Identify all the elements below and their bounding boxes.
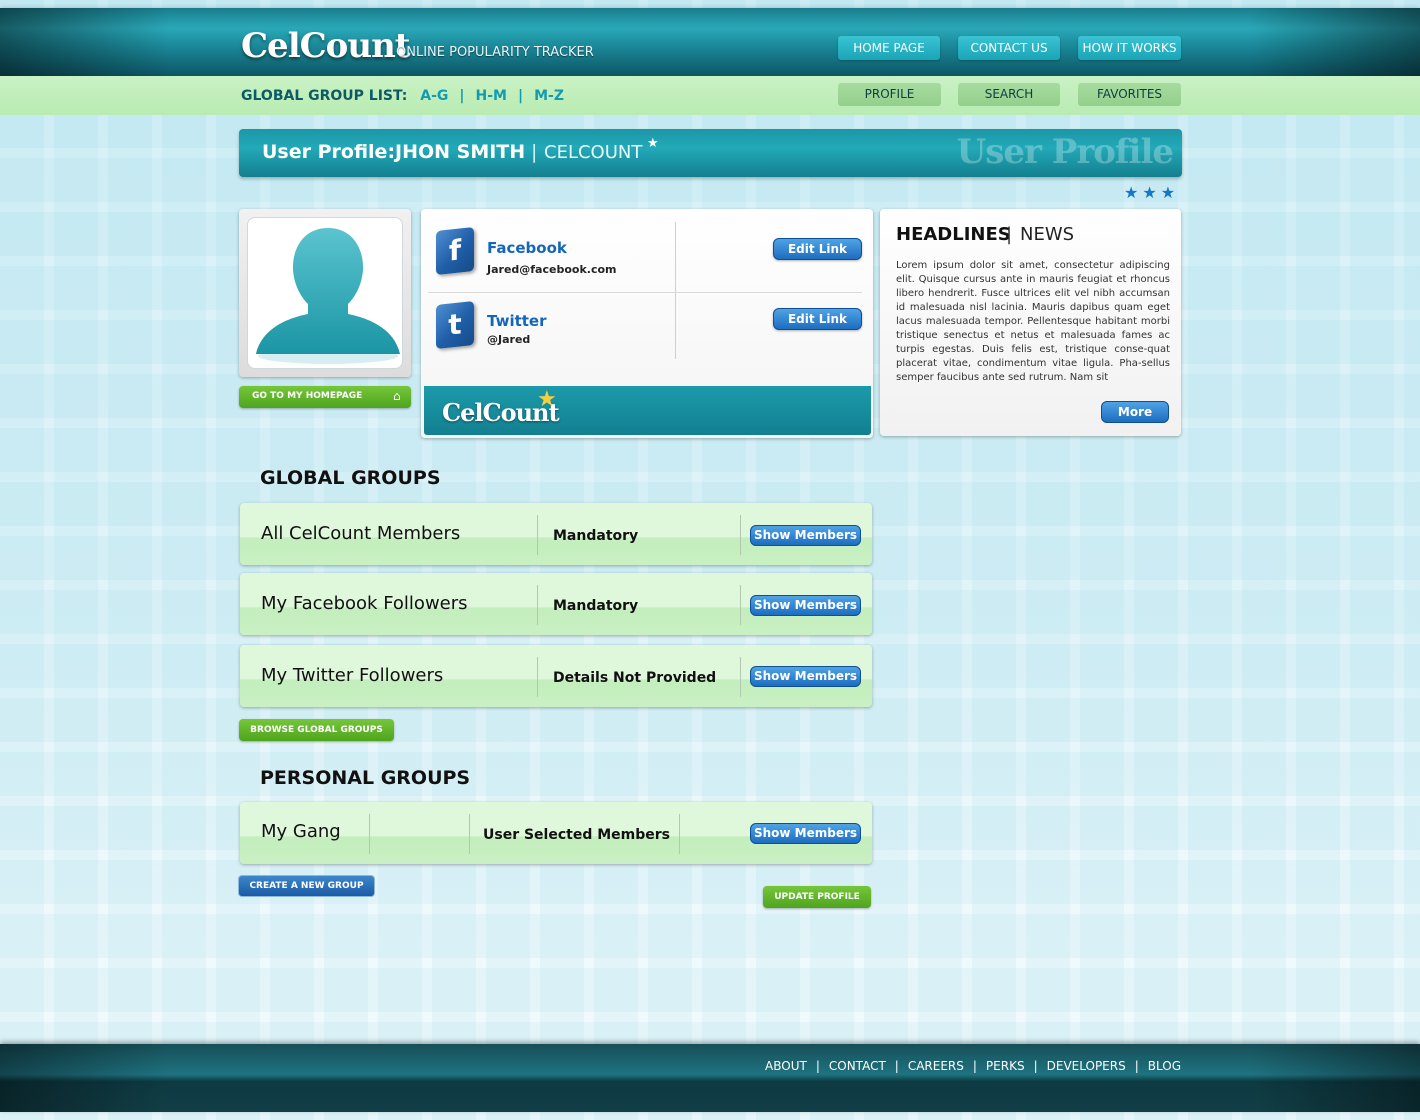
group-name: My Twitter Followers	[261, 665, 444, 686]
show-members-button[interactable]: Show Members	[750, 666, 861, 687]
group-link-a-g[interactable]: A-G	[420, 88, 448, 104]
group-name: All CelCount Members	[261, 523, 461, 544]
social-network-name[interactable]: Facebook	[487, 239, 567, 257]
column-divider	[369, 814, 370, 854]
footer-link-contact[interactable]: CONTACT	[829, 1059, 886, 1073]
column-divider	[740, 585, 741, 625]
twitter-edit-link-button[interactable]: Edit Link	[773, 308, 862, 330]
banner-separator: |	[531, 141, 538, 163]
group-status: Mandatory	[553, 598, 639, 614]
facebook-icon: f	[436, 227, 474, 275]
group-name: My Gang	[261, 821, 341, 842]
site-logo[interactable]: CelCount	[241, 26, 410, 66]
column-divider	[675, 222, 676, 292]
show-members-button[interactable]: Show Members	[750, 525, 861, 546]
footer-separator: |	[1033, 1059, 1038, 1073]
group-status: Details Not Provided	[553, 670, 717, 686]
footer-separator: |	[894, 1059, 899, 1073]
group-list-label: GLOBAL GROUP LIST:	[241, 88, 408, 104]
banner-brand: CELCOUNT	[544, 142, 643, 163]
headlines-title: HEADLINES	[896, 224, 1011, 245]
headlines-card: HEADLINES | NEWS Lorem ipsum dolor sit a…	[880, 209, 1181, 436]
show-members-button[interactable]: Show Members	[750, 595, 861, 616]
nav-contact-us-button[interactable]: CONTACT US	[958, 36, 1060, 60]
social-card-footer: CelCount ★	[424, 386, 871, 435]
rating-stars-icon: ★★★	[1124, 183, 1180, 202]
group-link-h-m[interactable]: H-M	[476, 88, 507, 104]
footer-link-careers[interactable]: CAREERS	[908, 1059, 964, 1073]
star-icon: ★	[647, 136, 659, 151]
footer-link-developers[interactable]: DEVELOPERS	[1047, 1059, 1126, 1073]
column-divider	[469, 814, 470, 854]
column-divider	[537, 585, 538, 625]
social-network-name[interactable]: Twitter	[487, 312, 547, 330]
create-new-group-button[interactable]: CREATE A NEW GROUP	[238, 875, 375, 897]
group-row: My Twitter Followers Details Not Provide…	[240, 645, 872, 707]
headlines-separator: |	[1006, 224, 1013, 245]
footer-link-blog[interactable]: BLOG	[1148, 1059, 1181, 1073]
column-divider	[740, 657, 741, 697]
social-handle: @Jared	[487, 333, 531, 346]
secondary-bar: GLOBAL GROUP LIST: A-G | H-M | M-Z PROFILE S…	[0, 76, 1420, 115]
footer-separator: |	[1134, 1059, 1139, 1073]
headlines-subtitle: NEWS	[1020, 224, 1075, 245]
footer-separator: |	[972, 1059, 977, 1073]
site-tagline: ONLINE POPULARITY TRACKER	[396, 45, 594, 60]
avatar-card	[239, 209, 411, 377]
row-divider	[428, 292, 862, 293]
top-nav: HOME PAGE CONTACT US HOW IT WORKS	[838, 36, 1181, 60]
footer-link-about[interactable]: ABOUT	[765, 1059, 807, 1073]
column-divider	[537, 515, 538, 555]
group-name: My Facebook Followers	[261, 593, 468, 614]
show-members-button[interactable]: Show Members	[750, 823, 861, 844]
group-row: My Facebook Followers Mandatory Show Mem…	[240, 573, 872, 635]
browse-global-groups-button[interactable]: BROWSE GLOBAL GROUPS	[239, 719, 394, 741]
group-link-separator: |	[518, 88, 524, 104]
global-group-list: GLOBAL GROUP LIST: A-G | H-M | M-Z	[241, 88, 564, 104]
site-header: CelCount ONLINE POPULARITY TRACKER HOME …	[0, 8, 1420, 76]
column-divider	[675, 293, 676, 359]
social-links-card: f Facebook Jared@facebook.com Edit Link …	[421, 209, 873, 438]
column-divider	[537, 657, 538, 697]
profile-name: JHON SMITH	[395, 141, 526, 163]
group-link-separator: |	[459, 88, 465, 104]
star-icon: ★	[537, 387, 557, 412]
profile-banner: User Profile: JHON SMITH | CELCOUNT ★ Us…	[239, 129, 1182, 177]
home-icon: ⌂	[393, 389, 401, 403]
nav-home-page-button[interactable]: HOME PAGE	[838, 36, 940, 60]
site-footer: ABOUT | CONTACT | CAREERS | PERKS | DEVELOPERS | B…	[0, 1044, 1420, 1112]
footer-separator: |	[815, 1059, 820, 1073]
column-divider	[679, 814, 680, 854]
profile-button[interactable]: PROFILE	[838, 83, 941, 106]
search-button[interactable]: SEARCH	[958, 83, 1060, 106]
profile-label: User Profile:	[262, 141, 396, 163]
group-row: My Gang User Selected Members Show Membe…	[240, 802, 872, 864]
more-button[interactable]: More	[1101, 401, 1169, 423]
footer-link-perks[interactable]: PERKS	[986, 1059, 1025, 1073]
banner-watermark: User Profile	[956, 132, 1174, 172]
favorites-button[interactable]: FAVORITES	[1078, 83, 1181, 106]
social-handle: Jared@facebook.com	[487, 263, 617, 276]
user-silhouette-icon	[256, 228, 400, 364]
go-to-homepage-button[interactable]: GO TO MY HOMEPAGE ⌂	[239, 386, 411, 408]
update-profile-button[interactable]: UPDATE PROFILE	[763, 886, 871, 908]
footer-links: ABOUT | CONTACT | CAREERS | PERKS | DEVELOPERS | B…	[765, 1059, 1181, 1073]
column-divider	[740, 515, 741, 555]
global-groups-title: GLOBAL GROUPS	[260, 467, 441, 489]
twitter-icon: t	[436, 301, 474, 349]
homepage-button-label: GO TO MY HOMEPAGE	[252, 391, 363, 401]
personal-groups-title: PERSONAL GROUPS	[260, 767, 471, 789]
group-row: All CelCount Members Mandatory Show Memb…	[240, 503, 872, 565]
avatar[interactable]	[247, 217, 403, 369]
headlines-body: Lorem ipsum dolor sit amet, consectetur …	[896, 260, 1170, 383]
social-row-twitter: t Twitter @Jared	[428, 297, 862, 363]
nav-how-it-works-button[interactable]: HOW IT WORKS	[1078, 36, 1181, 60]
group-status: Mandatory	[553, 528, 639, 544]
group-status: User Selected Members	[483, 827, 670, 843]
facebook-edit-link-button[interactable]: Edit Link	[773, 238, 862, 260]
group-link-m-z[interactable]: M-Z	[534, 88, 564, 104]
